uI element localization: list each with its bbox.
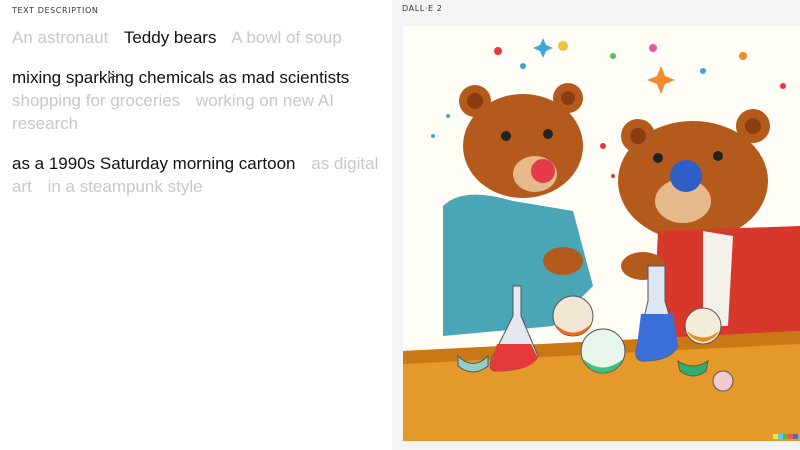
action-options: mixing sparkling chemicals as mad scient… <box>12 66 382 135</box>
style-option-steampunk[interactable]: in a steampunk style <box>48 177 203 196</box>
subject-option-teddy-bears[interactable]: Teddy bears <box>124 28 217 47</box>
dalle-watermark <box>773 434 798 439</box>
action-option-mixing-chemicals[interactable]: mixing sparkling chemicals as mad scient… <box>12 68 349 87</box>
teddy-bears-illustration <box>403 38 800 441</box>
subject-options: An astronaut Teddy bears A bowl of soup <box>12 26 382 49</box>
generated-image[interactable] <box>403 26 800 441</box>
watermark-swatch-blue <box>793 434 798 439</box>
style-option-1990s-cartoon[interactable]: as a 1990s Saturday morning cartoon <box>12 154 296 173</box>
output-panel: DALL·E 2 <box>392 0 800 450</box>
dalle-demo-page: TEXT DESCRIPTION An astronaut Teddy bear… <box>0 0 800 450</box>
subject-option-bowl-of-soup[interactable]: A bowl of soup <box>231 28 342 47</box>
mouse-cursor-icon <box>108 71 117 81</box>
action-option-shopping[interactable]: shopping for groceries <box>12 91 180 110</box>
text-description-label: TEXT DESCRIPTION <box>12 6 99 15</box>
text-description-panel: TEXT DESCRIPTION An astronaut Teddy bear… <box>12 0 382 450</box>
style-options: as a 1990s Saturday morning cartoon as d… <box>12 152 382 198</box>
model-label: DALL·E 2 <box>402 4 443 13</box>
subject-option-astronaut[interactable]: An astronaut <box>12 28 108 47</box>
